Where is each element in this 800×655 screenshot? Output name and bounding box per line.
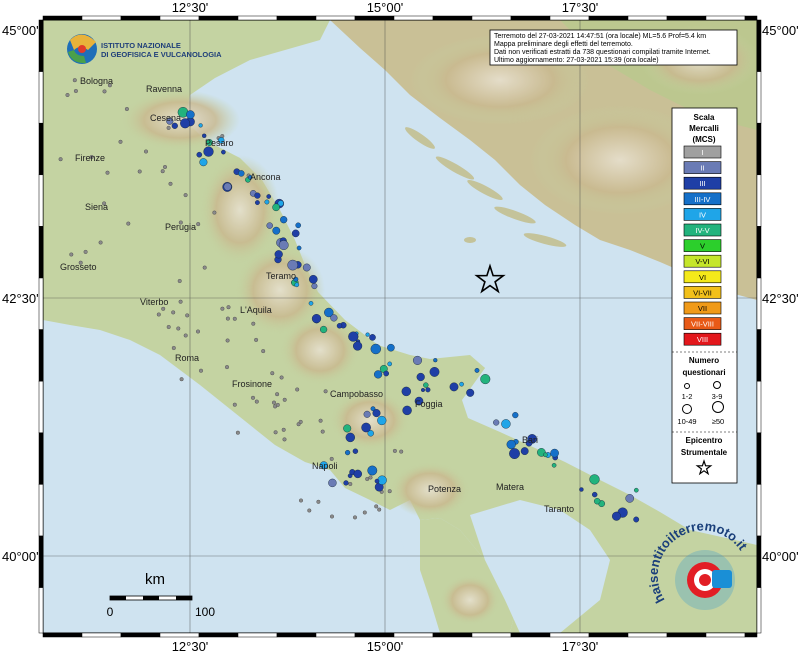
event-info-box: Terremoto del 27-03-2021 14:47:51 (ora l… (489, 29, 738, 66)
city-label-cesena: Cesena (150, 113, 181, 123)
count-legend-title: Numero (689, 356, 719, 365)
bottom-coord-label: 12°30' (172, 639, 209, 654)
legend-panel: Scala Mercalli (MCS) IIIIIIIII-IVIVIV-VV… (671, 107, 738, 484)
mcs-label: III-IV (695, 195, 711, 204)
city-label-ancona: Ancona (250, 172, 281, 182)
top-coord-label: 12°30' (172, 0, 209, 15)
epicenter-legend-title: Epicentro (686, 436, 723, 445)
city-label-taranto: Taranto (544, 504, 574, 514)
right-coord-label: 40°00' (762, 549, 799, 564)
left-coord-label: 45°00' (2, 23, 39, 38)
legend-title: (MCS) (692, 135, 715, 144)
mcs-label: VIII (697, 335, 708, 344)
mcs-label: VII-VIII (691, 320, 714, 329)
event-info-line: Mappa preliminare degli effetti del terr… (494, 41, 633, 48)
count-label: 10-49 (677, 417, 696, 426)
count-legend-title: questionari (682, 368, 725, 377)
mcs-label: III (699, 179, 705, 188)
mcs-label: VI-VII (693, 288, 712, 297)
city-label-campobasso: Campobasso (330, 389, 383, 399)
city-label-foggia: Foggia (415, 399, 443, 409)
mcs-label: II (700, 164, 704, 173)
city-label-perugia: Perugia (165, 222, 196, 232)
right-coord-label: 45°00' (762, 23, 799, 38)
count-label: ≥50 (712, 417, 724, 426)
city-label-roma: Roma (175, 353, 199, 363)
epicenter-legend-title: Strumentale (681, 448, 728, 457)
bottom-coord-label: 15°00' (367, 639, 404, 654)
city-label-grosseto: Grosseto (60, 262, 97, 272)
legend-title: Mercalli (689, 124, 719, 133)
event-info-line: Terremoto del 27-03-2021 14:47:51 (ora l… (494, 33, 706, 40)
scale-start: 0 (107, 605, 114, 619)
city-label-frosinone: Frosinone (232, 379, 272, 389)
event-info-line: Dati non verificati estratti da 738 ques… (494, 49, 711, 56)
mcs-label: IV (699, 210, 706, 219)
intensity-map: Bologna Ravenna Cesena Pesaro Firenze An… (0, 0, 800, 655)
city-label-potenza: Potenza (428, 484, 461, 494)
city-label-bari: Bari (522, 435, 538, 445)
mcs-label: I (701, 148, 703, 157)
left-coord-label: 40°00' (2, 549, 39, 564)
mcs-label: VII (698, 304, 707, 313)
logo-line1: ISTITUTO NAZIONALE (101, 41, 181, 50)
city-label-firenze: Firenze (75, 153, 105, 163)
city-label-matera: Matera (496, 482, 524, 492)
right-coord-label: 42°30' (762, 291, 799, 306)
mcs-label: V (700, 242, 705, 251)
event-info-line: Ultimo aggiornamento: 27-03-2021 15:39 (… (494, 57, 659, 64)
city-label-teramo: Teramo (266, 271, 296, 281)
top-coord-label: 15°00' (367, 0, 404, 15)
city-label-ravenna: Ravenna (146, 84, 182, 94)
count-label: 1-2 (682, 392, 693, 401)
city-label-bologna: Bologna (80, 76, 113, 86)
city-label-pesaro: Pesaro (205, 138, 234, 148)
mcs-label: VI (699, 273, 706, 282)
mcs-label: V-VI (695, 257, 709, 266)
city-label-siena: Siena (85, 202, 108, 212)
count-label: 3-9 (712, 392, 723, 401)
city-label-viterbo: Viterbo (140, 297, 168, 307)
top-coord-label: 17°30' (562, 0, 599, 15)
city-label-napoli: Napoli (312, 461, 338, 471)
logo-line2: DI GEOFISICA E VULCANOLOGIA (101, 50, 222, 59)
legend-title: Scala (694, 113, 715, 122)
scale-end: 100 (195, 605, 215, 619)
bottom-coord-label: 17°30' (562, 639, 599, 654)
scale-unit: km (145, 571, 165, 588)
city-label-laquila: L'Aquila (240, 305, 272, 315)
mcs-label: IV-V (695, 226, 709, 235)
left-coord-label: 42°30' (2, 291, 39, 306)
